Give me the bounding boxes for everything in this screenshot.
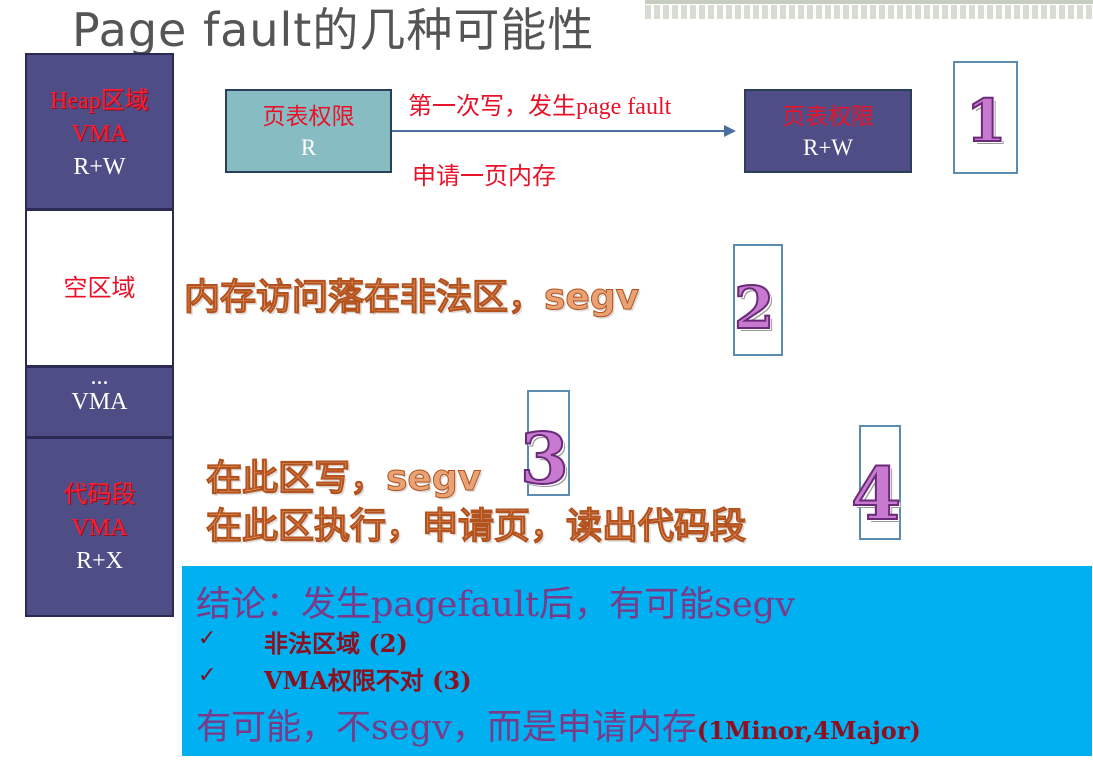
case-1-number: 1 <box>965 87 1007 155</box>
heap-vma-label: VMA <box>71 121 128 147</box>
heap-vma-block: Heap区域 VMA R+W <box>25 53 174 210</box>
transition-arrow <box>392 125 736 137</box>
case-4-number: 4 <box>850 451 902 536</box>
vma-ellipsis: ... <box>90 364 109 390</box>
empty-region-label: 空区域 <box>63 276 136 302</box>
conclusion-box: 结论：发生pagefault后，有可能segv ✓ 非法区域 (2) ✓ VMA… <box>182 566 1092 756</box>
vma-label: VMA <box>71 389 128 415</box>
page-table-before-label: 页表权限 <box>262 104 355 129</box>
page-table-before-perm: R <box>300 135 317 160</box>
case-2-number: 2 <box>733 274 775 342</box>
code-vma-label: VMA <box>71 515 128 541</box>
check-icon: ✓ <box>198 663 217 688</box>
code-segment-label: 代码段 <box>63 482 136 508</box>
code-vma-block: 代码段 VMA R+X <box>25 437 174 617</box>
case-4-text: 在此区执行，申请页，读出代码段 <box>205 506 747 548</box>
arrow-bottom-label: 申请一页内存 <box>412 164 556 190</box>
conclusion-final-suffix: (1Minor,4Major) <box>696 716 921 745</box>
conclusion-item-vma-permission: VMA权限不对 (3) <box>264 666 472 695</box>
code-perm-label: R+X <box>76 548 123 574</box>
title-decoration-top <box>645 0 1093 4</box>
case-3-number: 3 <box>519 417 570 500</box>
page-table-after: 页表权限 R+W <box>744 89 912 173</box>
page-table-after-perm: R+W <box>802 135 854 160</box>
arrow-top-label: 第一次写，发生page fault <box>408 94 672 120</box>
conclusion-item-illegal-region: 非法区域 (2) <box>264 629 408 658</box>
title-decoration-bar <box>645 5 1093 19</box>
conclusion-headline: 结论：发生pagefault后，有可能segv <box>196 585 795 625</box>
page-table-after-label: 页表权限 <box>782 104 874 129</box>
conclusion-final-line: 有可能，不segv，而是申请内存(1Minor,4Major) <box>196 699 921 750</box>
heap-perm-label: R+W <box>73 154 126 180</box>
empty-region-block: 空区域 <box>25 209 174 367</box>
check-icon: ✓ <box>198 626 217 651</box>
vma-block: ... VMA <box>25 364 174 438</box>
case-3-text: 在此区写，segv <box>205 458 482 500</box>
heap-label: Heap区域 <box>50 88 149 114</box>
case-2-text: 内存访问落在非法区，segv <box>183 277 640 319</box>
conclusion-final-main: 有可能，不segv，而是申请内存 <box>196 708 697 748</box>
page-table-before: 页表权限 R <box>225 89 392 173</box>
page-title: Page fault的几种可能性 <box>72 3 595 57</box>
